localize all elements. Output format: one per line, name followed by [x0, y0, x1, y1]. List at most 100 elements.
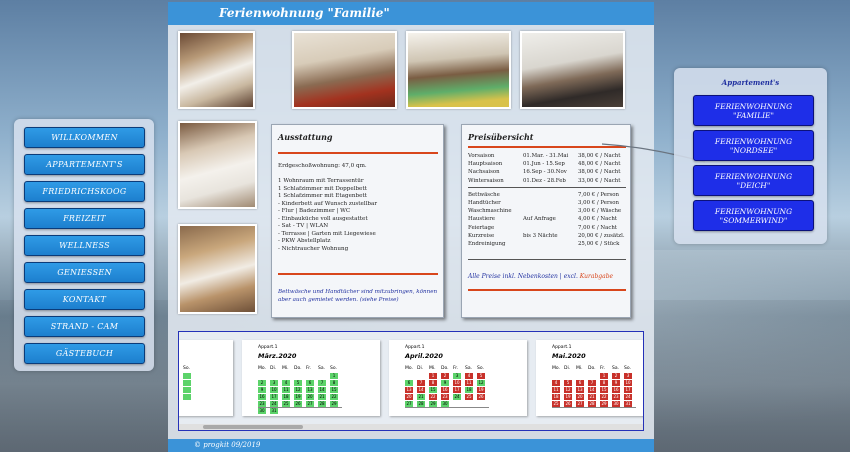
calendar-day[interactable]: 21 [417, 394, 425, 400]
calendar-day[interactable]: 2 [441, 373, 449, 379]
calendar-day[interactable]: 5 [294, 380, 302, 386]
availability-calendar[interactable]: Sa.So.Appart.1März.2020Mo.Di.Mi.Do.Fr.Sa… [178, 331, 644, 431]
photo-kitchen[interactable] [520, 31, 625, 109]
calendar-day[interactable]: 23 [441, 394, 449, 400]
photo-living-room[interactable] [292, 31, 397, 109]
calendar-day[interactable]: 10 [270, 387, 278, 393]
calendar-day[interactable]: 1 [330, 373, 338, 379]
calendar-day[interactable]: 22 [330, 394, 338, 400]
calendar-day[interactable] [178, 387, 179, 393]
calendar-day[interactable]: 7 [318, 380, 326, 386]
calendar-day[interactable]: 2 [258, 380, 266, 386]
calendar-day[interactable]: 8 [330, 380, 338, 386]
calendar-day[interactable]: 10 [453, 380, 461, 386]
calendar-day[interactable]: 31 [270, 408, 278, 414]
calendar-day[interactable]: 16 [258, 394, 266, 400]
calendar-day[interactable]: 20 [576, 394, 584, 400]
calendar-day[interactable]: 10 [624, 380, 632, 386]
calendar-scrollbar[interactable] [179, 424, 643, 430]
calendar-day[interactable]: 1 [600, 373, 608, 379]
apartment-familie-button[interactable]: FERIENWOHNUNG "FAMILIE" [693, 95, 814, 126]
calendar-day[interactable]: 5 [477, 373, 485, 379]
calendar-day[interactable] [183, 387, 191, 393]
calendar-day[interactable]: 17 [453, 387, 461, 393]
calendar-day[interactable]: 4 [552, 380, 560, 386]
calendar-day[interactable]: 7 [588, 380, 596, 386]
nav-friedrichskoog-button[interactable]: FRIEDRICHSKOOG [24, 181, 145, 202]
photo-dining-area[interactable] [406, 31, 511, 109]
photo-bunk-bed-room[interactable] [178, 224, 257, 314]
calendar-day[interactable]: 16 [612, 387, 620, 393]
calendar-day[interactable]: 4 [465, 373, 473, 379]
calendar-day[interactable]: 17 [270, 394, 278, 400]
calendar-day[interactable]: 15 [429, 387, 437, 393]
calendar-day[interactable] [178, 380, 179, 386]
calendar-day[interactable]: 3 [624, 373, 632, 379]
calendar-day[interactable]: 24 [624, 394, 632, 400]
calendar-day[interactable]: 21 [588, 394, 596, 400]
calendar-day[interactable]: 17 [624, 387, 632, 393]
nav-kontakt-button[interactable]: KONTAKT [24, 289, 145, 310]
calendar-day[interactable]: 9 [441, 380, 449, 386]
calendar-day[interactable]: 6 [405, 380, 413, 386]
calendar-day[interactable]: 22 [600, 394, 608, 400]
photo-bathroom[interactable] [178, 121, 257, 209]
calendar-day[interactable]: 20 [405, 394, 413, 400]
calendar-day[interactable] [178, 373, 179, 379]
nav-strand-cam-button[interactable]: STRAND - CAM [24, 316, 145, 337]
calendar-day[interactable]: 24 [453, 394, 461, 400]
calendar-day[interactable]: 14 [318, 387, 326, 393]
calendar-day[interactable]: 6 [306, 380, 314, 386]
nav-gaestebuch-button[interactable]: GÄSTEBUCH [24, 343, 145, 364]
apartment-sommerwind-button[interactable]: FERIENWOHNUNG "SOMMERWIND" [693, 200, 814, 231]
calendar-day[interactable]: 7 [417, 380, 425, 386]
calendar-day[interactable]: 25 [465, 394, 473, 400]
calendar-day[interactable]: 12 [477, 380, 485, 386]
nav-freizeit-button[interactable]: FREIZEIT [24, 208, 145, 229]
calendar-day[interactable]: 3 [270, 380, 278, 386]
calendar-day[interactable]: 11 [465, 380, 473, 386]
calendar-day[interactable]: 19 [477, 387, 485, 393]
photo-bedroom[interactable] [178, 31, 255, 109]
calendar-day[interactable]: 11 [282, 387, 290, 393]
calendar-day[interactable]: 6 [576, 380, 584, 386]
calendar-day[interactable]: 9 [612, 380, 620, 386]
calendar-day[interactable]: 18 [465, 387, 473, 393]
calendar-day[interactable]: 3 [453, 373, 461, 379]
calendar-day[interactable] [183, 373, 191, 379]
nav-wellness-button[interactable]: WELLNESS [24, 235, 145, 256]
apartment-nordsee-button[interactable]: FERIENWOHNUNG "NORDSEE" [693, 130, 814, 161]
calendar-day[interactable]: 13 [576, 387, 584, 393]
calendar-day[interactable]: 19 [564, 394, 572, 400]
calendar-day[interactable]: 12 [564, 387, 572, 393]
calendar-day[interactable] [178, 394, 179, 400]
calendar-day[interactable]: 15 [330, 387, 338, 393]
calendar-day[interactable]: 1 [429, 373, 437, 379]
calendar-day[interactable] [183, 394, 191, 400]
calendar-day[interactable]: 18 [552, 394, 560, 400]
calendar-day[interactable]: 8 [600, 380, 608, 386]
scrollbar-thumb[interactable] [203, 425, 303, 429]
nav-appartements-button[interactable]: APPARTEMENT'S [24, 154, 145, 175]
calendar-day[interactable]: 12 [294, 387, 302, 393]
calendar-day[interactable]: 26 [477, 394, 485, 400]
nav-geniessen-button[interactable]: GENIESSEN [24, 262, 145, 283]
calendar-day[interactable]: 13 [306, 387, 314, 393]
calendar-day[interactable]: 15 [600, 387, 608, 393]
calendar-day[interactable]: 9 [258, 387, 266, 393]
calendar-day[interactable]: 20 [306, 394, 314, 400]
calendar-day[interactable]: 14 [417, 387, 425, 393]
calendar-day[interactable]: 30 [258, 408, 266, 414]
calendar-day[interactable]: 5 [564, 380, 572, 386]
calendar-day[interactable]: 13 [405, 387, 413, 393]
calendar-day[interactable] [183, 380, 191, 386]
calendar-day[interactable]: 16 [441, 387, 449, 393]
calendar-day[interactable]: 14 [588, 387, 596, 393]
calendar-day[interactable]: 4 [282, 380, 290, 386]
calendar-day[interactable]: 23 [612, 394, 620, 400]
calendar-day[interactable]: 8 [429, 380, 437, 386]
calendar-day[interactable]: 18 [282, 394, 290, 400]
calendar-day[interactable]: 19 [294, 394, 302, 400]
nav-willkommen-button[interactable]: WILLKOMMEN [24, 127, 145, 148]
calendar-day[interactable]: 21 [318, 394, 326, 400]
